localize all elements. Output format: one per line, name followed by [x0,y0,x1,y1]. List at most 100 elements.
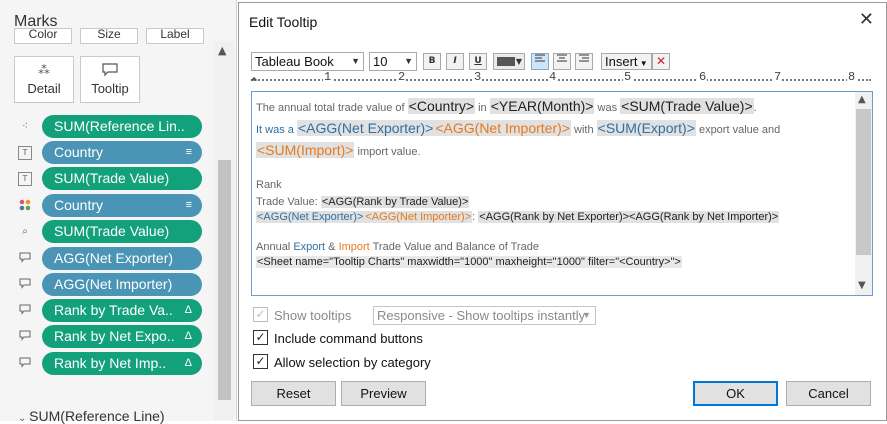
tooltip-label: Tooltip [91,81,129,96]
label-icon: T [18,172,32,186]
align-center-button[interactable] [553,53,571,70]
field-pill[interactable]: AGG(Net Exporter) [42,247,202,270]
allow-selection-label: Allow selection by category [274,355,431,370]
edit-tooltip-dialog: Edit Tooltip ✕ Tableau Book ▼ 10 ▼ B I U ▼… [238,2,887,421]
format-toolbar: Tableau Book ▼ 10 ▼ B I U ▼ Insert ▼ ✕ [251,52,871,72]
field-pill[interactable]: SUM(Trade Value) [42,220,202,243]
detail-label: Detail [27,81,61,96]
marks-top-buttons: Color Size Label [14,28,214,46]
ruler-number: 6 [698,70,708,84]
editor-line: <SUM(Import)> import value. [256,139,846,161]
chevron-down-icon: ▼ [351,56,360,66]
pill-label: Country [54,197,104,213]
field-token: <YEAR(Month)> [489,98,595,114]
field-token: <AGG(Net Importer)> [434,120,571,136]
ruler-number: 1 [323,70,333,84]
chevron-down-icon: ▼ [515,57,522,66]
cancel-button[interactable]: Cancel [786,381,871,406]
tooltip-icon [18,330,32,344]
field-pill[interactable]: SUM(Trade Value) [42,167,202,190]
size-button[interactable]: Size [80,28,138,44]
scroll-thumb[interactable] [218,160,231,400]
editor-blank-line [256,161,846,178]
align-right-button[interactable] [575,53,593,70]
field-pill[interactable]: Country ≡ [42,194,202,217]
clear-formatting-icon[interactable]: ✕ [652,53,670,70]
editor-line: Rank [256,179,282,191]
bold-button[interactable]: B [423,53,441,70]
tooltip-icon [18,278,32,292]
tooltip-text-editor[interactable]: The annual total trade value of <Country… [251,91,873,296]
editor-scrollbar[interactable]: ▲ ▼ [855,92,872,295]
scroll-down-icon[interactable]: ▼ [858,280,866,291]
indent-marker-icon[interactable]: ⏶ [250,74,258,86]
editor-content[interactable]: The annual total trade value of <Country… [256,95,846,268]
reference-line-item[interactable]: ⌄ SUM(Reference Line) [18,408,165,424]
field-token: <SUM(Import)> [256,142,355,158]
text-color-button[interactable]: ▼ [493,53,525,70]
tooltip-behavior-value: Responsive - Show tooltips instantly [377,308,586,323]
editor-line: <Sheet name="Tooltip Charts" maxwidth="1… [256,253,846,268]
font-size-select[interactable]: 10 ▼ [369,52,417,71]
font-family-select[interactable]: Tableau Book ▼ [251,52,364,71]
field-pill[interactable]: Rank by Net Imp.. Δ [42,352,202,375]
pill-label: Country [54,144,104,160]
scroll-up-icon[interactable]: ▲ [218,44,226,57]
editor-line: <AGG(Net Exporter)> <AGG(Net Importer)>: … [256,208,846,224]
italic-button[interactable]: I [446,53,464,70]
color-button[interactable]: Color [14,28,72,44]
field-token: <Country> [407,98,476,114]
pill-label: SUM(Trade Value) [54,170,170,186]
field-pill[interactable]: AGG(Net Importer) [42,273,202,296]
text-run: in [475,102,490,114]
show-tooltips-checkbox[interactable]: ✓ [253,307,268,322]
detail-button[interactable]: ⁂ Detail [14,56,74,103]
label-button[interactable]: Label [146,28,204,44]
ruler-number: 3 [473,70,483,84]
align-left-button[interactable] [531,53,549,70]
text-run: Annual [256,241,294,253]
text-run: was [594,102,621,114]
editor-line: The annual total trade value of <Country… [256,95,846,117]
include-commands-checkbox[interactable]: ✓ [253,330,268,345]
tooltip-button[interactable]: Tooltip [80,56,140,103]
scroll-up-icon[interactable]: ▲ [858,94,866,105]
tooltip-behavior-select[interactable]: Responsive - Show tooltips instantly ▼ [373,306,596,325]
chevron-down-icon: ▼ [637,59,648,68]
ruler-number: 4 [548,70,558,84]
underline-button[interactable]: U [469,53,487,70]
field-pill[interactable]: Rank by Net Expo.. Δ [42,325,202,348]
sort-icon: ≡ [185,146,192,158]
text-run: Trade Value: [256,196,321,208]
editor-line: Trade Value: <AGG(Rank by Trade Value)> [256,193,846,208]
ruler-number: 2 [397,70,407,84]
ok-button[interactable]: OK [693,381,778,406]
pill-label: Rank by Trade Va.. [54,302,173,318]
field-pill[interactable]: Country ≡ [42,141,202,164]
ruler: ⏶ 1 2 3 4 5 6 7 8 [250,70,871,87]
ruler-number: 8 [847,70,857,84]
field-pill[interactable]: Rank by Trade Va.. Δ [42,299,202,322]
field-token: <AGG(Net Exporter)> [296,120,435,136]
dialog-title: Edit Tooltip [249,14,318,30]
detail-icon: ⁂ [38,63,50,77]
ruler-number: 7 [773,70,783,84]
marks-scrollbar[interactable]: ▲ [214,42,234,420]
reference-line-label: SUM(Reference Line) [29,408,165,424]
pill-label: SUM(Reference Lin.. [54,118,185,134]
ruler-number: 5 [623,70,633,84]
scroll-thumb[interactable] [856,109,871,255]
preview-button[interactable]: Preview [341,381,426,406]
close-icon[interactable]: ✕ [859,9,874,30]
show-tooltips-label: Show tooltips [274,308,352,323]
reset-button[interactable]: Reset [251,381,336,406]
insert-menu-button[interactable]: Insert ▼ [601,53,652,70]
tooltip-icon [18,252,32,266]
tooltip-icon [18,304,32,318]
editor-blank-line [256,224,846,238]
text-run: Trade Value and Balance of Trade [369,241,539,253]
chevron-down-icon: ▼ [404,56,413,66]
allow-selection-checkbox[interactable]: ✓ [253,354,268,369]
tooltip-icon [18,357,32,371]
field-pill[interactable]: SUM(Reference Lin.. [42,115,202,138]
